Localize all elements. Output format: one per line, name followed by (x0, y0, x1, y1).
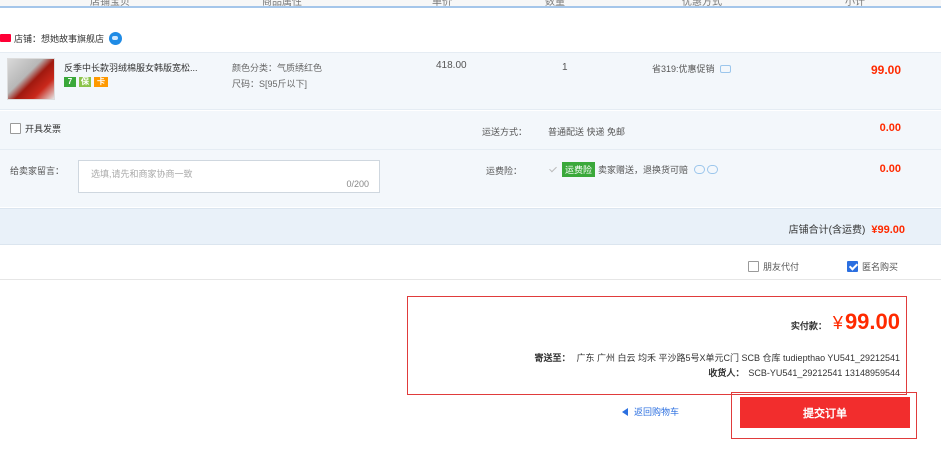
address-label: 寄送至： (534, 353, 571, 363)
promo-text: 省319:优惠促销 (652, 64, 715, 74)
seller-message-input[interactable]: 选填,请先和商家协商一致 0/200 (78, 160, 380, 193)
quantity-value: 1 (562, 62, 568, 73)
actual-payment-amount: 99.00 (844, 309, 900, 334)
friend-pay-option[interactable]: 朋友代付 (748, 260, 799, 273)
anonymous-label: 匿名购买 (862, 262, 899, 272)
insurance-info: 运费险 卖家赠送，退换货可赔 (548, 162, 719, 177)
currency-symbol: ¥ (832, 313, 843, 333)
message-char-count: 0/200 (346, 179, 369, 189)
friend-pay-checkbox[interactable] (748, 261, 759, 272)
receiver-label: 收货人： (708, 368, 745, 378)
sku-size: 尺码：S[95斤以下] (232, 79, 308, 89)
receiver-value: SCB-YU541_29212541 13148959544 (748, 368, 900, 378)
shop-total-value: ¥99.00 (871, 224, 905, 236)
back-arrow-icon (622, 407, 628, 416)
comment-icon[interactable] (719, 64, 731, 73)
back-to-cart-label: 返回购物车 (634, 407, 680, 417)
invoice-label: 开具发票 (25, 124, 62, 134)
address-value: 广东 广州 白云 均禾 平沙路5号X单元C门 SCB 仓库 tudiepthao… (576, 353, 900, 363)
insurance-label: 运费险： (486, 166, 523, 176)
shop-total-label: 店铺合计(含运费) (788, 225, 866, 236)
sku-color: 颜色分类：气质绣红色 (232, 63, 323, 73)
chat-bubble-icon[interactable] (109, 31, 123, 45)
tmall-logo-icon (0, 34, 11, 42)
product-title[interactable]: 反季中长款羽绒棉服女韩版宽松... (64, 61, 198, 74)
message-placeholder: 选填,请先和商家协商一致 (91, 169, 193, 179)
header-col-price: 单价 (432, 0, 452, 8)
item-subtotal: 99.00 (870, 63, 901, 77)
seven-day-return-icon: 7 (64, 77, 76, 87)
header-col-subtotal: 小计 (845, 0, 865, 8)
invoice-option[interactable]: 开具发票 (10, 122, 61, 135)
shipping-method: 普通配送 快递 免邮 (548, 127, 626, 137)
header-col-qty: 数量 (545, 0, 565, 8)
shop-total-row: 店铺合计(含运费) ¥99.00 (0, 208, 941, 245)
pay-options-row: 朋友代付 匿名购买 (0, 252, 941, 280)
insurance-fee: 0.00 (879, 163, 901, 175)
order-item-row: 反季中长款羽绒棉服女韩版宽松... 7 保 卡 颜色分类：气质绣红色 尺码：S[… (0, 52, 941, 110)
insurance-text: 卖家赠送，退换货可赔 (598, 165, 689, 175)
anonymous-checkbox[interactable] (847, 261, 858, 272)
anonymous-option[interactable]: 匿名购买 (847, 260, 898, 273)
seller-message-label: 给卖家留言： (10, 166, 65, 176)
actual-payment: 实付款： ¥ 99.00 (791, 309, 900, 335)
shop-total: 店铺合计(含运费) ¥99.00 (789, 221, 905, 236)
header-col-attr: 商品属性 (262, 0, 302, 8)
credit-card-icon: 卡 (94, 77, 108, 87)
order-summary: 实付款： ¥ 99.00 寄送至： 广东 广州 白云 均禾 平沙路5号X单元C门 … (407, 296, 907, 395)
shipping-fee: 0.00 (879, 122, 901, 134)
promo-info: 省319:优惠促销 (652, 62, 731, 75)
service-icons: 7 保 卡 (64, 77, 108, 87)
actual-payment-label: 实付款： (790, 321, 827, 331)
shop-name[interactable]: 店铺：想她故事旗舰店 (14, 32, 104, 45)
receiver-info: 收货人： SCB-YU541_29212541 13148959544 (708, 366, 900, 379)
order-table-header: 店铺宝贝 商品属性 单价 数量 优惠方式 小计 (0, 0, 941, 8)
shipping-address: 寄送至： 广东 广州 白云 均禾 平沙路5号X单元C门 SCB 仓库 tudiep… (535, 351, 900, 364)
guarantee-icon: 保 (79, 77, 91, 87)
checkmark-icon (548, 165, 558, 175)
divider (0, 149, 941, 150)
back-to-cart-link[interactable]: 返回购物车 (622, 405, 679, 418)
friend-pay-label: 朋友代付 (763, 262, 800, 272)
insurance-help-icons (694, 165, 719, 174)
header-col-promo: 优惠方式 (682, 0, 722, 8)
comment-icon[interactable] (694, 165, 706, 174)
unit-price: 418.00 (436, 60, 467, 71)
shipping-label: 运送方式： (482, 127, 528, 137)
invoice-checkbox[interactable] (10, 123, 21, 134)
shop-info: 店铺：想她故事旗舰店 (0, 30, 123, 46)
product-thumbnail[interactable] (7, 58, 55, 100)
submit-order-button[interactable]: 提交订单 (740, 397, 910, 428)
insurance-badge: 运费险 (562, 162, 596, 177)
help-icon[interactable] (707, 165, 719, 174)
header-col-item: 店铺宝贝 (90, 0, 130, 8)
